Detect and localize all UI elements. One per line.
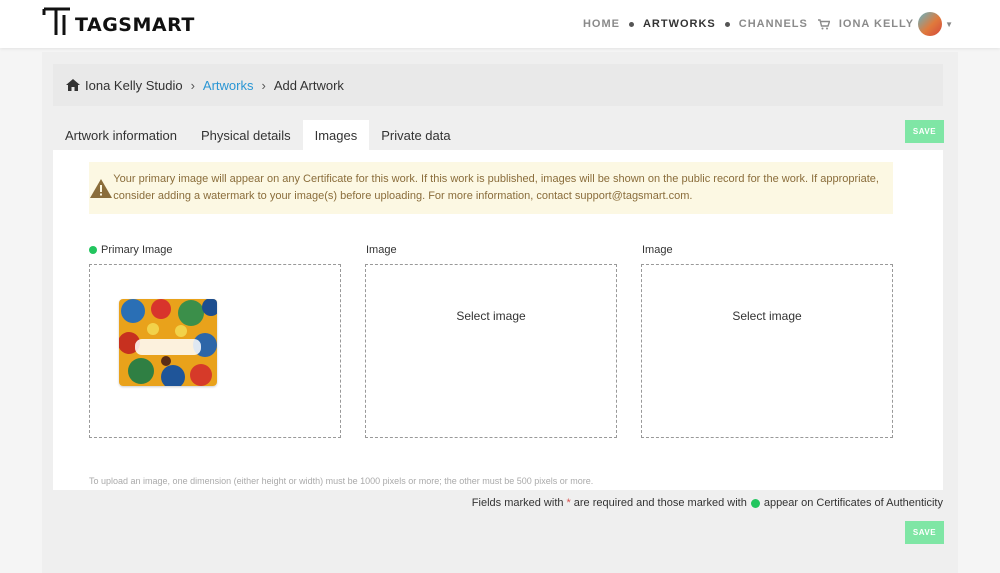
warning-alert: Your primary image will appear on any Ce… — [89, 162, 893, 214]
tab-private-data[interactable]: Private data — [369, 120, 462, 150]
select-image-label: Select image — [456, 309, 526, 323]
chevron-right-icon: › — [190, 77, 195, 93]
select-image-label: Select image — [732, 309, 802, 323]
caret-down-icon[interactable]: ▼ — [945, 20, 954, 29]
fields-legend-text-1: Fields marked with — [471, 497, 564, 509]
fields-legend-text-3: appear on Certificates of Authenticity — [763, 497, 943, 509]
user-menu-name[interactable]: IONA KELLY — [839, 18, 914, 30]
certificate-dot — [750, 498, 760, 508]
certificate-dot — [89, 246, 97, 254]
breadcrumb-studio-link[interactable]: Iona Kelly Studio — [85, 78, 183, 93]
tagsmart-logo-icon — [42, 7, 70, 35]
primary-image-label: Primary Image — [89, 244, 173, 256]
warning-icon — [89, 178, 113, 198]
save-button-bottom[interactable]: SAVE — [905, 521, 944, 544]
brand-logo[interactable]: TAGSMART — [42, 5, 195, 37]
cart-icon[interactable] — [817, 18, 830, 30]
home-icon[interactable] — [66, 79, 80, 91]
image-slot-2-label: Image — [366, 244, 397, 256]
tab-physical-details[interactable]: Physical details — [189, 120, 303, 150]
nav-separator — [628, 21, 634, 27]
tab-images[interactable]: Images — [302, 120, 370, 150]
upload-requirements-note: To upload an image, one dimension (eithe… — [89, 476, 594, 486]
fields-legend-text-2: are required and those marked with — [573, 497, 747, 509]
breadcrumb: Iona Kelly Studio › Artworks › Add Artwo… — [53, 64, 943, 106]
required-star: * — [566, 497, 571, 509]
nav-channels-link[interactable]: CHANNELS — [739, 18, 808, 30]
main-nav: HOME ARTWORKS CHANNELS IONA KELLY ▼ — [583, 12, 954, 36]
top-navbar: TAGSMART HOME ARTWORKS CHANNELS IONA KEL… — [0, 0, 1000, 48]
breadcrumb-current: Add Artwork — [273, 77, 344, 93]
nav-separator — [724, 21, 730, 27]
nav-home-link[interactable]: HOME — [583, 18, 620, 30]
nav-artworks-link[interactable]: ARTWORKS — [643, 18, 716, 30]
save-button[interactable]: SAVE — [905, 120, 944, 143]
primary-image-thumbnail[interactable] — [119, 299, 217, 386]
primary-image-label-text: Primary Image — [101, 244, 173, 256]
chevron-right-icon: › — [261, 77, 266, 93]
fields-legend: Fields marked with * are required and th… — [472, 497, 943, 509]
tab-bar: Artwork information Physical details Ima… — [53, 120, 463, 150]
breadcrumb-artworks-link[interactable]: Artworks — [203, 78, 254, 93]
brand-name: TAGSMART — [75, 14, 195, 36]
alert-message: Your primary image will appear on any Ce… — [113, 173, 879, 202]
image-slot-3-label: Image — [642, 244, 673, 256]
tab-artwork-information[interactable]: Artwork information — [53, 120, 189, 150]
avatar[interactable] — [918, 12, 943, 36]
image-slot-2-dropzone[interactable]: Select image — [365, 264, 617, 438]
image-slot-3-dropzone[interactable]: Select image — [641, 264, 893, 438]
